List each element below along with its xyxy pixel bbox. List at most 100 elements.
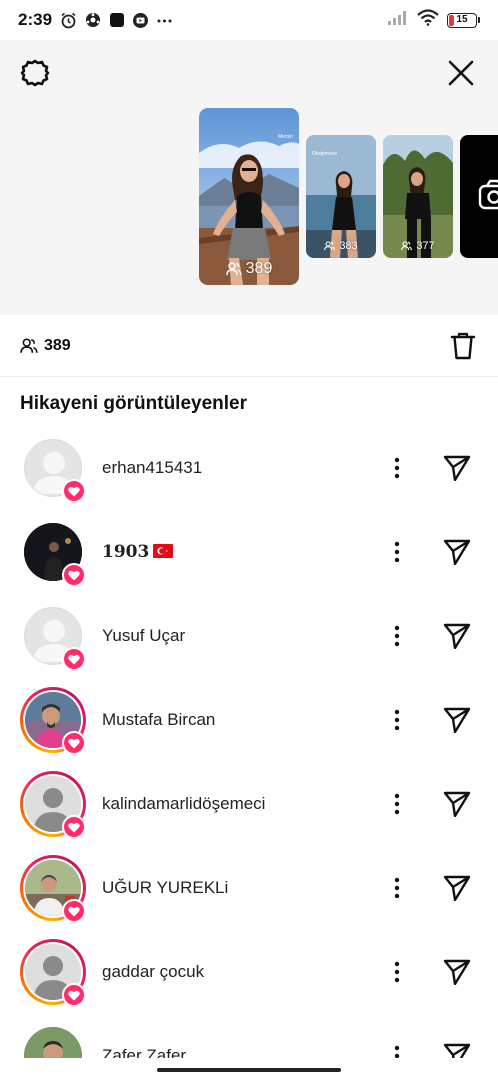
viewer-row[interactable]: Mustafa Bircan <box>0 678 498 762</box>
send-message-button[interactable] <box>441 1040 473 1058</box>
viewer-row[interactable]: Yusuf Uçar <box>0 594 498 678</box>
send-message-button[interactable] <box>441 788 473 820</box>
close-button[interactable] <box>444 56 478 90</box>
ball-icon <box>84 12 101 29</box>
viewer-summary-bar: 389 <box>0 315 498 377</box>
viewer-row[interactable]: kalindamarlidöşemeci <box>0 762 498 846</box>
close-icon <box>448 60 474 86</box>
avatar[interactable] <box>20 855 86 923</box>
more-dots-icon <box>156 12 173 29</box>
viewer-row[interactable]: Zafer Zafer <box>0 1014 498 1058</box>
battery-level: 15 <box>456 14 468 25</box>
more-options-button[interactable] <box>382 957 412 987</box>
alarm-icon <box>60 12 77 29</box>
story-view-count-text: 377 <box>416 240 435 252</box>
more-options-button[interactable] <box>382 537 412 567</box>
liked-heart-icon <box>62 563 86 587</box>
send-icon <box>443 875 471 901</box>
viewers-icon <box>20 337 38 353</box>
total-view-count: 389 <box>44 336 71 354</box>
more-options-button[interactable] <box>382 621 412 651</box>
story-view-count-text: 383 <box>339 240 358 252</box>
viewers-icon <box>225 262 242 276</box>
viewer-row[interactable]: UĞUR YUREKLi <box>0 846 498 930</box>
more-options-button[interactable] <box>382 453 412 483</box>
story-view-count: 377 <box>383 240 453 252</box>
more-vertical-icon <box>394 793 400 815</box>
send-message-button[interactable] <box>441 620 473 652</box>
send-icon <box>443 455 471 481</box>
send-message-button[interactable] <box>441 452 473 484</box>
signal-icon <box>387 10 409 31</box>
send-message-button[interactable] <box>441 956 473 988</box>
liked-heart-icon <box>62 983 86 1007</box>
avatar[interactable] <box>20 771 86 839</box>
more-vertical-icon <box>394 1045 400 1058</box>
liked-heart-icon <box>62 479 86 503</box>
home-indicator[interactable] <box>157 1068 341 1072</box>
viewer-username[interactable]: Zafer Zafer <box>102 1046 186 1058</box>
story-location-label: Oksijenone <box>312 151 338 157</box>
add-story-camera-button[interactable] <box>460 135 498 258</box>
story-preview-area: Mersin 389 Oksijenone 383 377 <box>0 40 498 356</box>
liked-heart-icon <box>62 731 86 755</box>
story-location-label: Mersin <box>277 134 293 140</box>
status-time: 2:39 <box>18 10 53 29</box>
send-message-button[interactable] <box>441 536 473 568</box>
story-view-count-text: 389 <box>245 260 273 277</box>
more-options-button[interactable] <box>382 873 412 903</box>
liked-heart-icon <box>62 647 86 671</box>
send-message-button[interactable] <box>441 704 473 736</box>
trash-icon <box>450 332 476 359</box>
viewer-username[interactable]: 1903 <box>102 542 174 562</box>
battery-icon: 15 <box>447 12 480 28</box>
more-vertical-icon <box>394 541 400 563</box>
avatar[interactable] <box>20 519 86 587</box>
more-options-button[interactable] <box>382 1041 412 1058</box>
more-vertical-icon <box>394 877 400 899</box>
settings-button[interactable] <box>18 56 52 90</box>
viewer-username[interactable]: gaddar çocuk <box>102 962 204 982</box>
story-thumbnail-selected[interactable]: Mersin 389 <box>199 108 299 285</box>
story-view-count: 389 <box>199 260 299 278</box>
tv-icon <box>132 12 149 29</box>
send-icon <box>443 1043 471 1058</box>
viewer-row[interactable]: gaddar çocuk <box>0 930 498 1014</box>
more-options-button[interactable] <box>382 789 412 819</box>
avatar[interactable] <box>20 687 86 755</box>
avatar[interactable] <box>20 603 86 671</box>
avatar[interactable] <box>20 1023 86 1058</box>
liked-heart-icon <box>62 899 86 923</box>
more-vertical-icon <box>394 625 400 647</box>
more-vertical-icon <box>394 457 400 479</box>
viewer-username[interactable]: Yusuf Uçar <box>102 626 185 646</box>
viewer-username-text: 1903 <box>102 542 150 562</box>
camera-icon <box>478 179 498 210</box>
viewer-username[interactable]: erhan415431 <box>102 458 202 478</box>
viewer-username[interactable]: Mustafa Bircan <box>102 710 215 730</box>
send-icon <box>443 539 471 565</box>
wifi-icon <box>417 9 439 31</box>
story-thumbnail[interactable]: Oksijenone 383 <box>306 135 376 258</box>
viewer-username[interactable]: UĞUR YUREKLi <box>102 878 228 898</box>
liked-heart-icon <box>62 815 86 839</box>
send-icon <box>443 707 471 733</box>
app-icon <box>108 12 125 29</box>
avatar[interactable] <box>20 939 86 1007</box>
story-view-count: 383 <box>306 240 376 252</box>
send-message-button[interactable] <box>441 872 473 904</box>
status-right-icons: 15 <box>387 9 480 31</box>
section-title: Hikayeni görüntüleyenler <box>20 393 248 414</box>
viewer-row[interactable]: erhan415431 <box>0 426 498 510</box>
viewer-row[interactable]: 1903 <box>0 510 498 594</box>
story-thumbnail[interactable]: 377 <box>383 135 453 258</box>
viewer-username[interactable]: kalindamarlidöşemeci <box>102 794 265 814</box>
viewers-icon <box>324 241 336 251</box>
more-vertical-icon <box>394 709 400 731</box>
status-bar: 2:39 15 <box>0 0 498 40</box>
more-options-button[interactable] <box>382 705 412 735</box>
send-icon <box>443 959 471 985</box>
gear-icon <box>20 59 50 87</box>
avatar[interactable] <box>20 435 86 503</box>
delete-story-button[interactable] <box>448 331 478 361</box>
